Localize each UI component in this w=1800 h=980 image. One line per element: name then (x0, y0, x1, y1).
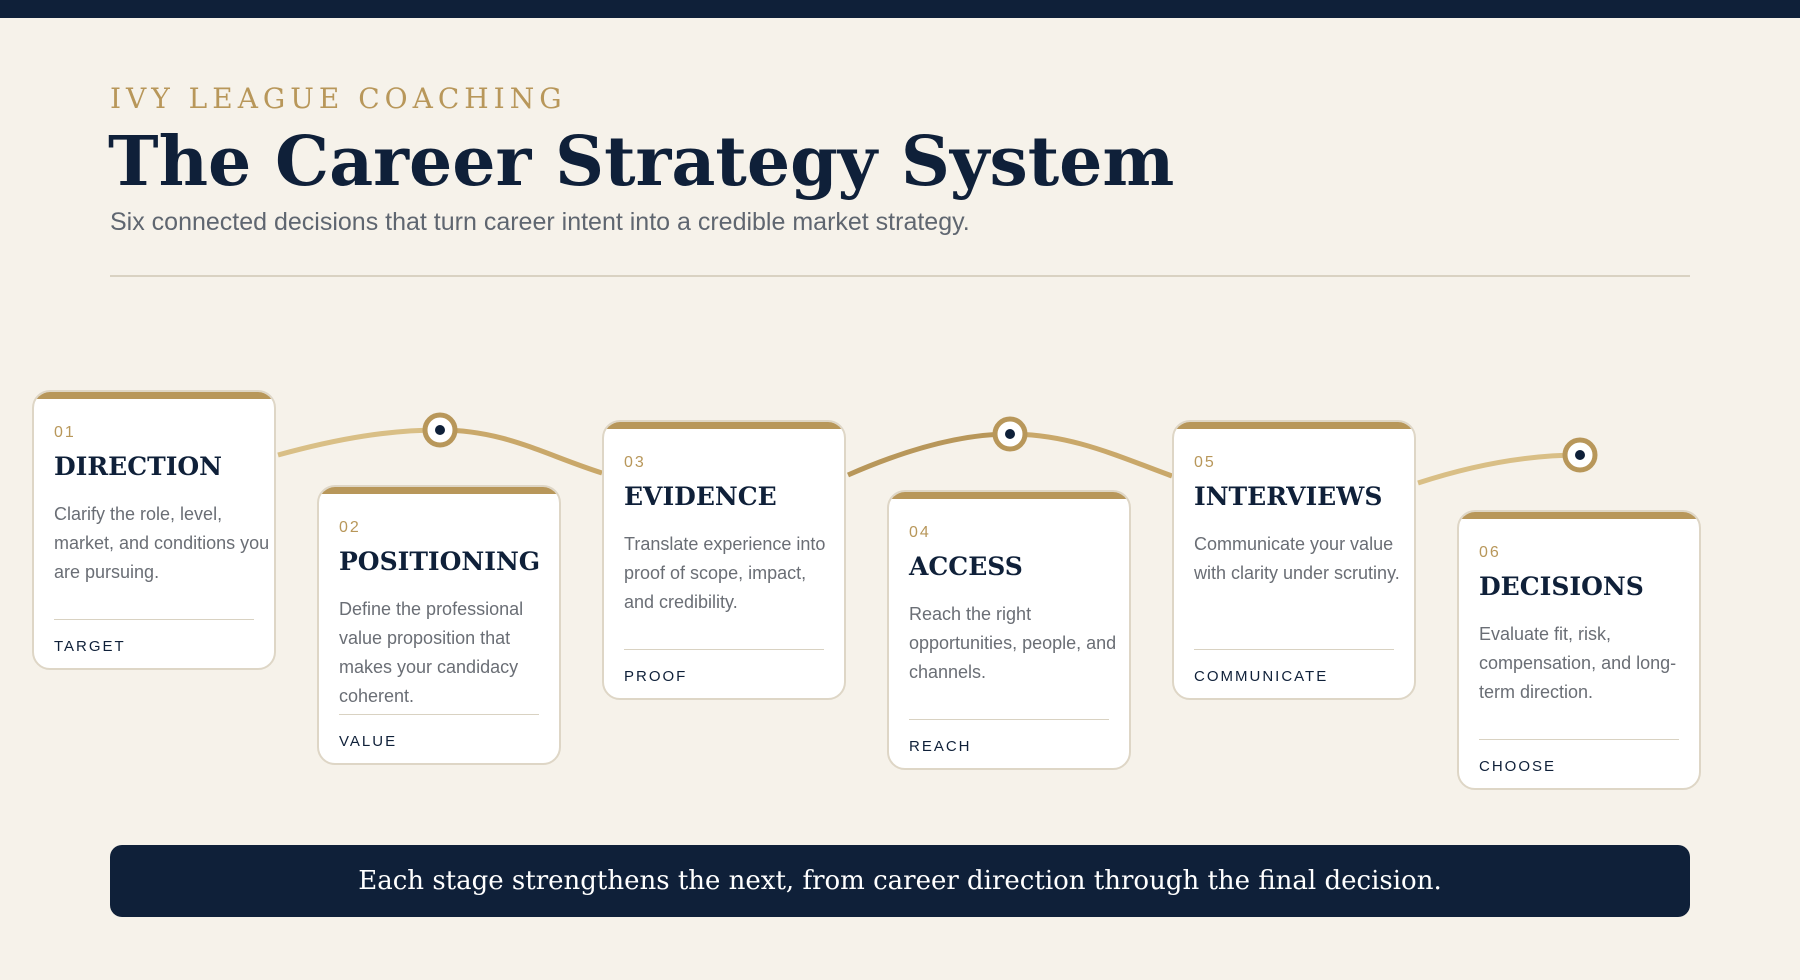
stage-tag: REACH (909, 738, 972, 755)
stage-description: Communicate your value with clarity unde… (1194, 534, 1400, 583)
node-marker-2 (992, 416, 1028, 452)
card-divider (1479, 739, 1679, 740)
stage-description: Clarify the role, level, market, and con… (54, 504, 270, 582)
card-divider (624, 649, 824, 650)
stage-number: 03 (624, 454, 646, 471)
stage-description: Evaluate fit, risk, compensation, and lo… (1479, 624, 1677, 702)
card-divider (909, 719, 1109, 720)
stage-description: Translate experience into proof of scope… (624, 534, 826, 612)
stage-title: DECISIONS (1479, 572, 1644, 601)
stage-title: DIRECTION (54, 452, 223, 481)
stage-number: 05 (1194, 454, 1216, 471)
stage-card-decisions: 06 DECISIONS Evaluate fit, risk, compens… (1457, 510, 1701, 790)
stage-description: Reach the right opportunities, people, a… (909, 604, 1117, 682)
card-accent-bar (604, 422, 844, 429)
summary-banner-text: Each stage strengthens the next, from ca… (358, 866, 1442, 896)
stage-number: 02 (339, 519, 361, 536)
stage-title: INTERVIEWS (1194, 482, 1383, 511)
stage-tag: PROOF (624, 668, 688, 685)
card-accent-bar (889, 492, 1129, 499)
stage-tag: COMMUNICATE (1194, 668, 1329, 685)
stage-tag: CHOOSE (1479, 758, 1557, 775)
stage-tag: TARGET (54, 638, 126, 655)
card-accent-bar (319, 487, 559, 494)
stage-card-positioning: 02 POSITIONING Define the professional v… (317, 485, 561, 765)
stage-title: EVIDENCE (624, 482, 777, 511)
summary-banner: Each stage strengthens the next, from ca… (110, 845, 1690, 917)
stage-number: 04 (909, 524, 931, 541)
stage-tag: VALUE (339, 733, 398, 750)
card-divider (1194, 649, 1394, 650)
connector-segment-3 (846, 431, 1011, 478)
stage-number: 06 (1479, 544, 1501, 561)
stage-card-direction: 01 DIRECTION Clarify the role, level, ma… (32, 390, 276, 670)
connector-segment-2 (439, 427, 603, 476)
card-accent-bar (34, 392, 274, 399)
stage-title: ACCESS (909, 552, 1023, 581)
stage-description: Define the professional value propositio… (339, 599, 524, 706)
card-divider (54, 619, 254, 620)
stage-number: 01 (54, 424, 76, 441)
node-marker-3 (1562, 437, 1598, 473)
stage-card-access: 04 ACCESS Reach the right opportunities,… (887, 490, 1131, 770)
connector-segment-5 (1417, 452, 1581, 486)
connector-segment-4 (1009, 431, 1173, 479)
stage-card-interviews: 05 INTERVIEWS Communicate your value wit… (1172, 420, 1416, 700)
connector-segment-1 (277, 427, 441, 458)
stage-card-evidence: 03 EVIDENCE Translate experience into pr… (602, 420, 846, 700)
card-accent-bar (1459, 512, 1699, 519)
card-accent-bar (1174, 422, 1414, 429)
node-marker-1 (422, 412, 458, 448)
card-divider (339, 714, 539, 715)
stage-title: POSITIONING (339, 547, 541, 576)
